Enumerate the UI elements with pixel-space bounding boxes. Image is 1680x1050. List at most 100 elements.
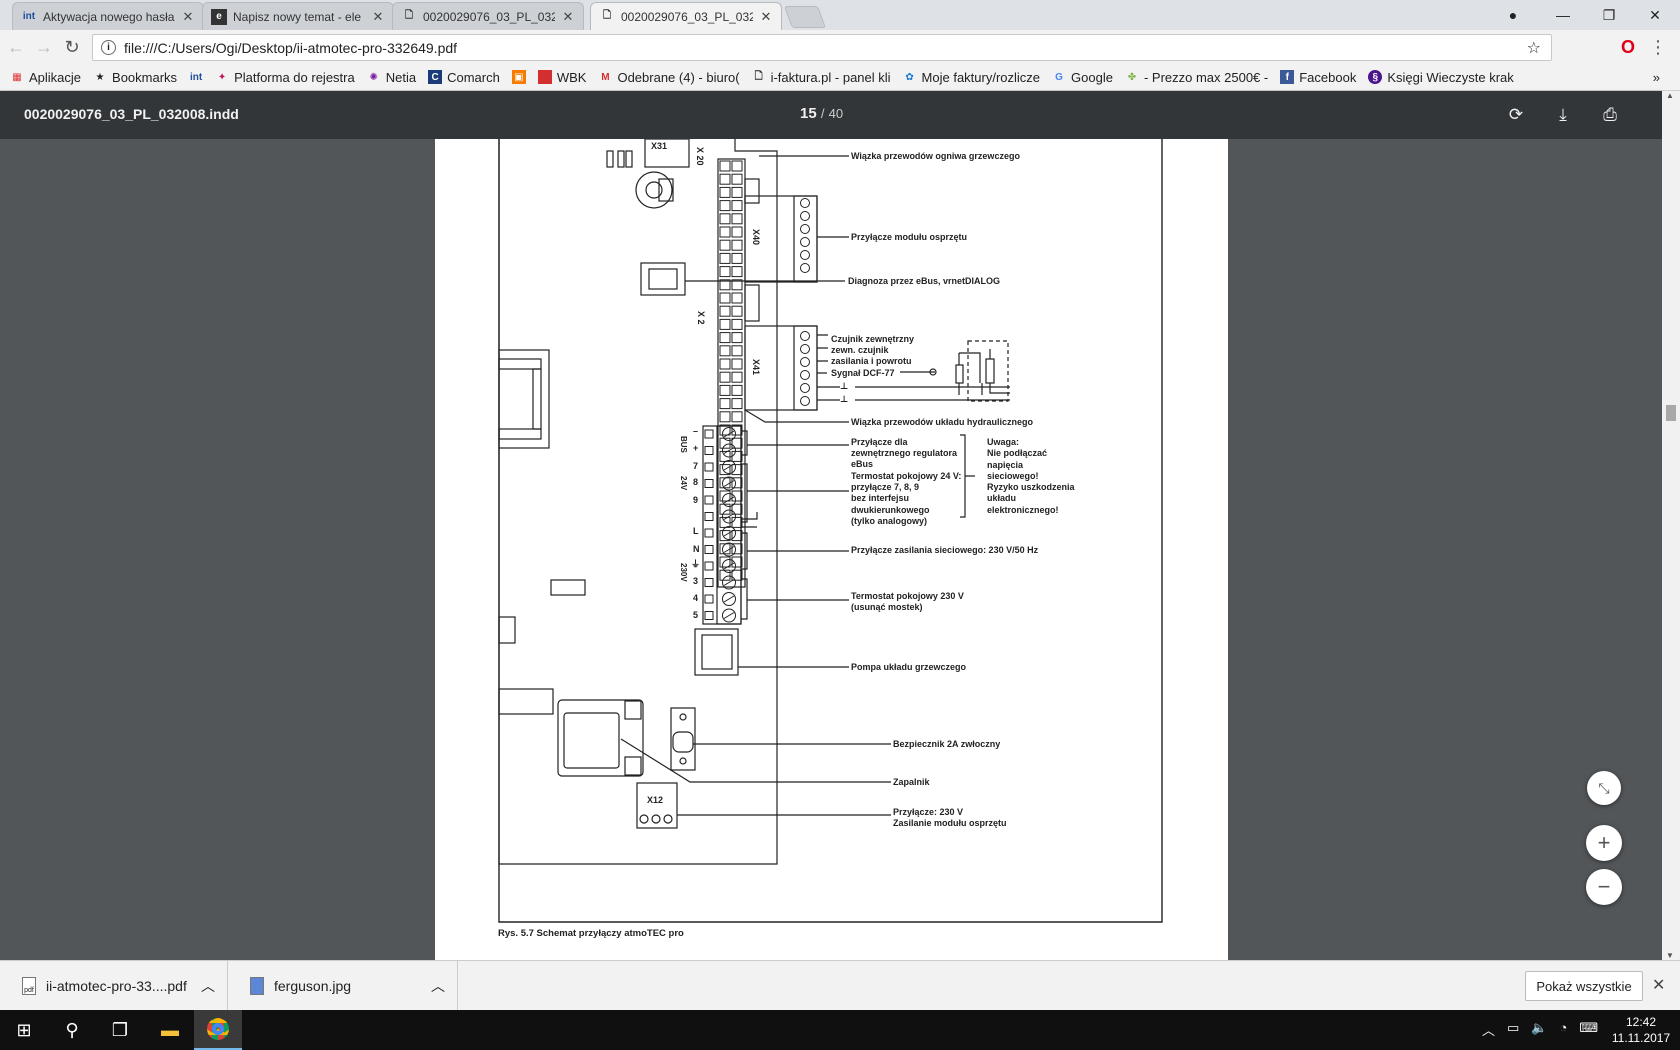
- sensor-box: [967, 340, 1009, 402]
- bookmark-netia[interactable]: ✺ Netia: [367, 70, 417, 85]
- restore-button[interactable]: ❐: [1586, 0, 1632, 30]
- connector-pin: [719, 305, 731, 317]
- terminal-pe: ⏚: [691, 559, 700, 569]
- terminal-contact: [704, 429, 714, 439]
- connector-pin: [719, 318, 731, 330]
- star-icon[interactable]: ☆: [1527, 38, 1541, 58]
- bookmark-apps[interactable]: ▦ Aplikacje: [10, 70, 81, 85]
- fuse-contact: [679, 757, 687, 765]
- bookmark-ifaktura[interactable]: 🗋 i-faktura.pl - panel kli: [752, 70, 891, 85]
- show-all-downloads-button[interactable]: Pokaż wszystkie: [1525, 971, 1643, 1001]
- bookmark-moje-faktury[interactable]: ✿ Moje faktury/rozlicze: [903, 70, 1040, 85]
- fit-page-button[interactable]: ⤡: [1587, 771, 1621, 805]
- bookmark-int[interactable]: int: [189, 70, 203, 84]
- new-tab-button[interactable]: [783, 6, 827, 28]
- tab-aktywacja[interactable]: int Aktywacja nowego hasła ✕: [12, 2, 204, 30]
- bookmark-facebook[interactable]: f Facebook: [1280, 70, 1356, 85]
- close-tab-icon[interactable]: ✕: [181, 9, 195, 25]
- forward-icon[interactable]: →: [32, 35, 56, 59]
- warning-6: układu: [987, 493, 1016, 503]
- chrome-icon[interactable]: [194, 1010, 242, 1050]
- connector-pin: [731, 292, 743, 304]
- profile-icon[interactable]: ●: [1490, 0, 1536, 30]
- bookmark-wbk[interactable]: WBK: [537, 70, 586, 85]
- bookmark-google[interactable]: G Google: [1052, 70, 1113, 85]
- rotate-icon[interactable]: ⟳: [1504, 103, 1528, 127]
- connector-pin: [731, 411, 743, 423]
- reload-icon[interactable]: ↻: [60, 35, 84, 59]
- ground-symbol: ⊥: [840, 394, 848, 404]
- menu-icon[interactable]: ⋮: [1646, 35, 1670, 59]
- back-icon[interactable]: ←: [4, 35, 28, 59]
- chevron-up-icon[interactable]: ︿: [201, 976, 215, 996]
- warning-4: sieciowego!: [987, 471, 1039, 481]
- close-tab-icon[interactable]: ✕: [759, 9, 773, 25]
- bookmark-label: Księgi Wieczyste krak: [1387, 69, 1514, 85]
- label-wiazka-ogniwa: Wiązka przewodów ogniwa grzewczego: [851, 151, 1020, 161]
- bracket-leader: [741, 532, 849, 570]
- windows-start-icon[interactable]: ⊞: [0, 1010, 48, 1050]
- chevron-up-icon[interactable]: ︿: [431, 976, 445, 996]
- terminal-socket: [800, 331, 810, 341]
- task-view-icon[interactable]: ❐: [96, 1010, 144, 1050]
- bookmark-orange[interactable]: ▣: [511, 70, 526, 84]
- power-icon[interactable]: ▭: [1507, 1020, 1519, 1039]
- scroll-down-icon[interactable]: ▼: [1666, 951, 1674, 960]
- zoom-in-button[interactable]: +: [1586, 825, 1622, 861]
- fuse: [672, 731, 694, 753]
- tab-napisz[interactable]: e Napisz nowy temat - ele ✕: [202, 2, 394, 30]
- system-clock[interactable]: 12:42 11.11.2017: [1608, 1014, 1674, 1046]
- label-x40: X40: [751, 229, 761, 245]
- search-icon[interactable]: ⚲: [48, 1010, 96, 1050]
- print-icon[interactable]: ⎙: [1598, 103, 1622, 127]
- close-tab-icon[interactable]: ✕: [371, 9, 385, 25]
- label-ebus-3: eBus: [851, 459, 873, 469]
- bookmark-prezzo[interactable]: ✤ - Prezzo max 2500€ -: [1125, 70, 1268, 85]
- opera-extension-icon[interactable]: O: [1616, 35, 1640, 59]
- bookmark-platforma[interactable]: ✦ Platforma do rejestra: [215, 70, 355, 85]
- scrollbar-thumb[interactable]: [1666, 405, 1676, 421]
- tab-pdf-1[interactable]: 🗋 0020029076_03_PL_0320 ✕: [392, 2, 584, 30]
- close-tab-icon[interactable]: ✕: [561, 9, 575, 25]
- bookmark-label: - Prezzo max 2500€ -: [1143, 69, 1269, 85]
- chevron-up-icon[interactable]: ︿: [1482, 1020, 1495, 1039]
- close-downloads-icon[interactable]: ✕: [1652, 975, 1665, 995]
- bookmark-ksiegi[interactable]: § Księgi Wieczyste krak: [1368, 69, 1514, 85]
- keyboard-icon[interactable]: ⌨: [1579, 1020, 1598, 1039]
- warning-5: Ryzyko uszkodzenia: [987, 482, 1076, 492]
- connector-pin: [731, 305, 743, 317]
- minimize-button[interactable]: —: [1540, 0, 1586, 30]
- more-bookmarks-icon[interactable]: »: [1653, 70, 1660, 85]
- vertical-scrollbar[interactable]: ▲ ▼: [1662, 91, 1680, 960]
- download-filename: ii-atmotec-pro-33....pdf: [46, 978, 187, 994]
- volume-icon[interactable]: 🔈: [1531, 1020, 1547, 1039]
- ribbon-connector-top: [744, 178, 760, 204]
- label-czujnik: Czujnik zewnętrzny: [831, 334, 914, 344]
- close-window-button[interactable]: ✕: [1632, 0, 1678, 30]
- label-wiazka-hydraulicznego: Wiązka przewodów układu hydraulicznego: [851, 417, 1033, 427]
- bookmark-label: i-faktura.pl - panel kli: [770, 69, 891, 85]
- network-icon[interactable]: ◔: [1560, 1020, 1568, 1039]
- bookmark-comarch[interactable]: C Comarch: [428, 70, 500, 85]
- zoom-out-button[interactable]: −: [1586, 869, 1622, 905]
- terminal-socket: [800, 383, 810, 393]
- download-item-pdf[interactable]: pdf ii-atmotec-pro-33....pdf ︿: [0, 961, 228, 1011]
- download-icon[interactable]: ⤓: [1551, 103, 1575, 127]
- bookmark-bookmarks[interactable]: ★ Bookmarks: [93, 70, 178, 85]
- ignition-terminal: [624, 756, 642, 776]
- scroll-up-icon[interactable]: ▲: [1666, 91, 1674, 100]
- pdf-viewer[interactable]: X31 X 20 X40 X 2 X41 X12 BUS 24V 230V – …: [0, 139, 1662, 960]
- info-icon[interactable]: i: [101, 40, 116, 55]
- terminal-socket: [800, 237, 810, 247]
- figure-caption: Rys. 5.7 Schemat przyłączy atmoTEC pro: [498, 928, 684, 939]
- connector-pin: [731, 160, 743, 172]
- bookmark-odebrane[interactable]: M Odebrane (4) - biuro(: [598, 70, 739, 85]
- terminal-contact: [704, 611, 714, 620]
- connector-pin: [719, 371, 731, 383]
- tab-pdf-2-active[interactable]: 🗋 0020029076_03_PL_0320 ✕: [590, 2, 782, 30]
- address-bar[interactable]: i file:///C:/Users/Ogi/Desktop/ii-atmote…: [92, 34, 1552, 61]
- terminal-socket: [800, 224, 810, 234]
- current-page-input[interactable]: 15: [800, 105, 817, 122]
- file-explorer-icon[interactable]: ▬: [146, 1010, 194, 1050]
- download-item-jpg[interactable]: ferguson.jpg ︿: [228, 961, 458, 1011]
